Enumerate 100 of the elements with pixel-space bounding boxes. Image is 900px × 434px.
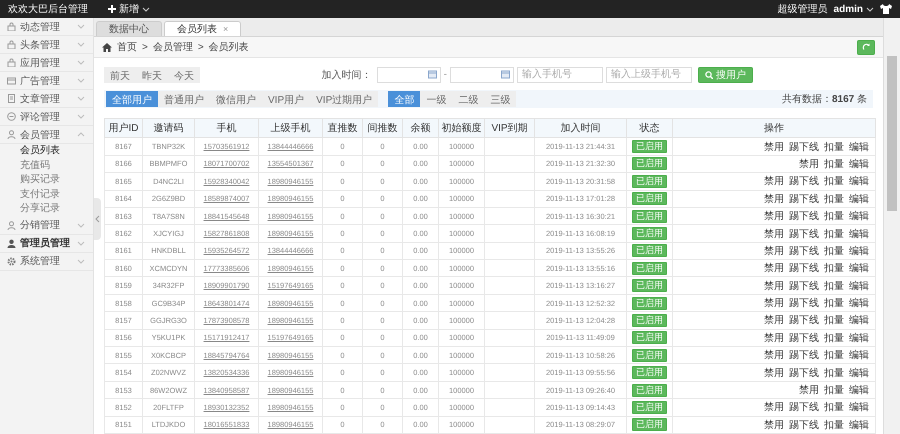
action-link[interactable]: 踢下线 <box>789 194 819 205</box>
total-count: 共有数据：8167 条 <box>782 92 867 106</box>
action-link[interactable]: 禁用 <box>764 402 784 414</box>
action-link[interactable]: 扣量 <box>824 332 844 344</box>
tab[interactable]: 会员列表 × <box>164 21 242 36</box>
sidebar-item[interactable]: 文章管理 <box>0 90 93 108</box>
action-link[interactable]: 踢下线 <box>789 332 819 344</box>
parent-phone-input[interactable]: 输入上级手机号 <box>606 66 692 83</box>
action-link[interactable]: 踢下线 <box>789 298 819 310</box>
sidebar-item[interactable]: 分销管理 <box>0 216 93 234</box>
action-link[interactable]: 踢下线 <box>789 176 819 188</box>
sidebar-item[interactable]: 管理员管理 <box>0 234 93 252</box>
action-link[interactable]: 扣量 <box>824 368 844 379</box>
action-link[interactable]: 踢下线 <box>789 350 819 362</box>
scrollbar-thumb[interactable] <box>887 56 897 211</box>
sidebar-item[interactable]: 系统管理 <box>0 252 93 270</box>
sidebar-item[interactable]: 广告管理 <box>0 72 93 90</box>
submenu-item[interactable]: 会员列表 <box>0 144 93 158</box>
action-link[interactable]: 禁用 <box>764 211 784 222</box>
action-link[interactable]: 禁用 <box>764 350 784 362</box>
action-link[interactable]: 踢下线 <box>789 315 819 326</box>
action-link[interactable]: 禁用 <box>764 176 784 188</box>
breadcrumb-link[interactable]: 会员列表 <box>208 40 249 54</box>
sidebar-item[interactable]: 会员管理 <box>0 126 93 144</box>
action-link[interactable]: 禁用 <box>764 228 784 240</box>
action-link[interactable]: 编辑 <box>849 315 869 326</box>
status-badge: 已启用 <box>632 262 667 275</box>
action-link[interactable]: 编辑 <box>849 194 869 205</box>
action-link[interactable]: 编辑 <box>849 142 869 153</box>
submenu-item[interactable]: 分享记录 <box>0 202 93 216</box>
action-link[interactable]: 扣量 <box>824 402 844 414</box>
action-link[interactable]: 编辑 <box>849 280 869 292</box>
action-link[interactable]: 踢下线 <box>789 228 819 240</box>
action-link[interactable]: 扣量 <box>824 263 844 274</box>
action-link[interactable]: 禁用 <box>764 332 784 344</box>
date-field[interactable] <box>376 66 441 83</box>
action-link[interactable]: 编辑 <box>849 298 869 310</box>
action-link[interactable]: 扣量 <box>824 228 844 240</box>
action-link[interactable]: 扣量 <box>824 211 844 222</box>
action-link[interactable]: 编辑 <box>849 420 869 431</box>
sidebar-item[interactable]: 应用管理 <box>0 54 93 72</box>
action-link[interactable]: 编辑 <box>849 368 869 379</box>
action-link[interactable]: 踢下线 <box>789 246 819 257</box>
submenu-item[interactable]: 购买记录 <box>0 173 93 188</box>
sidebar-item[interactable]: 评论管理 <box>0 108 93 126</box>
action-link[interactable]: 踢下线 <box>789 211 819 222</box>
action-link[interactable]: 踢下线 <box>789 263 819 274</box>
action-link[interactable]: 扣量 <box>824 158 844 170</box>
action-link[interactable]: 禁用 <box>764 368 784 379</box>
action-link[interactable]: 扣量 <box>824 350 844 362</box>
action-link[interactable]: 扣量 <box>824 298 844 310</box>
action-link[interactable]: 禁用 <box>764 280 784 292</box>
action-link[interactable]: 编辑 <box>849 350 869 362</box>
breadcrumb-link[interactable]: 会员管理 <box>152 40 193 54</box>
action-link[interactable]: 踢下线 <box>789 280 819 292</box>
action-link[interactable]: 踢下线 <box>789 420 819 431</box>
action-link[interactable]: 扣量 <box>824 315 844 326</box>
tab[interactable]: 数据中心 <box>96 21 162 36</box>
submenu-item[interactable]: 充值码 <box>0 158 93 173</box>
action-link[interactable]: 扣量 <box>824 194 844 205</box>
action-link[interactable]: 扣量 <box>824 385 844 396</box>
status-badge: 已启用 <box>632 210 667 223</box>
action-link[interactable]: 禁用 <box>764 420 784 431</box>
action-link[interactable]: 编辑 <box>849 402 869 414</box>
collapse-handle[interactable] <box>94 198 101 240</box>
action-link[interactable]: 编辑 <box>849 228 869 240</box>
sidebar-item[interactable]: 动态管理 <box>0 18 93 36</box>
refresh-button[interactable] <box>857 40 875 54</box>
action-link[interactable]: 禁用 <box>764 194 784 205</box>
action-link[interactable]: 编辑 <box>849 263 869 274</box>
action-link[interactable]: 踢下线 <box>789 368 819 379</box>
breadcrumb-link[interactable]: 首页 <box>117 40 137 54</box>
action-link[interactable]: 扣量 <box>824 420 844 431</box>
action-link[interactable]: 编辑 <box>849 211 869 222</box>
action-link[interactable]: 禁用 <box>799 158 819 170</box>
action-link[interactable]: 禁用 <box>764 142 784 153</box>
user-menu[interactable]: admin <box>834 4 874 14</box>
action-link[interactable]: 扣量 <box>824 142 844 153</box>
status-badge: 已启用 <box>632 418 667 432</box>
action-link[interactable]: 扣量 <box>824 176 844 188</box>
shirt-icon[interactable] <box>880 4 892 14</box>
submenu-item[interactable]: 支付记录 <box>0 188 93 202</box>
action-link[interactable]: 编辑 <box>849 385 869 396</box>
new-menu[interactable]: 新增 <box>108 2 150 16</box>
phone-input[interactable]: 输入手机号 <box>517 66 603 83</box>
action-link[interactable]: 禁用 <box>764 263 784 274</box>
action-link[interactable]: 扣量 <box>824 280 844 292</box>
action-link[interactable]: 禁用 <box>764 298 784 310</box>
action-link[interactable]: 编辑 <box>849 176 869 188</box>
action-link[interactable]: 编辑 <box>849 246 869 257</box>
action-link[interactable]: 禁用 <box>799 385 819 396</box>
action-link[interactable]: 扣量 <box>824 246 844 257</box>
action-link[interactable]: 编辑 <box>849 332 869 344</box>
action-link[interactable]: 踢下线 <box>789 142 819 153</box>
action-link[interactable]: 禁用 <box>764 315 784 326</box>
sidebar-item[interactable]: 头条管理 <box>0 36 93 54</box>
action-link[interactable]: 编辑 <box>849 158 869 170</box>
action-link[interactable]: 踢下线 <box>789 402 819 414</box>
date-field[interactable] <box>450 66 514 83</box>
action-link[interactable]: 禁用 <box>764 246 784 257</box>
